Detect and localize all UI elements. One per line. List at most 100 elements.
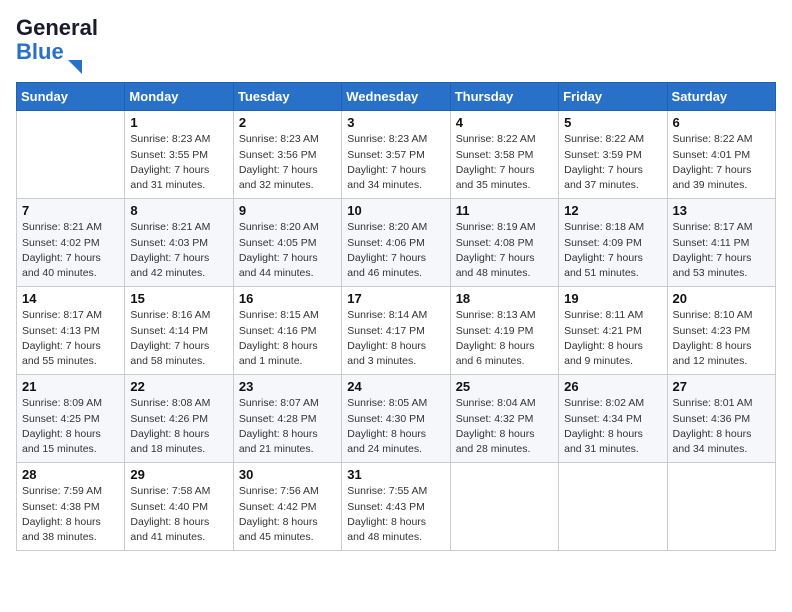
calendar-cell: 6 Sunrise: 8:22 AM Sunset: 4:01 PM Daylig… <box>667 111 775 199</box>
day-number: 16 <box>239 291 336 306</box>
day-info: Sunrise: 8:02 AM Sunset: 4:34 PM Dayligh… <box>564 396 661 457</box>
day-number: 25 <box>456 379 553 394</box>
calendar-cell: 29 Sunrise: 7:58 AM Sunset: 4:40 PM Dayli… <box>125 463 233 551</box>
calendar-cell: 21Sunrise: 8:09 AM Sunset: 4:25 PM Dayli… <box>17 375 125 463</box>
logo-general: General <box>16 15 98 40</box>
day-info: Sunrise: 8:18 AM Sunset: 4:09 PM Dayligh… <box>564 220 661 281</box>
day-info: Sunrise: 8:14 AM Sunset: 4:17 PM Dayligh… <box>347 308 444 369</box>
day-number: 13 <box>673 203 770 218</box>
calendar-cell: 31 Sunrise: 7:55 AM Sunset: 4:43 PM Dayli… <box>342 463 450 551</box>
day-info: Sunrise: 7:56 AM Sunset: 4:42 PM Dayligh… <box>239 484 336 545</box>
day-number: 12 <box>564 203 661 218</box>
day-info: Sunrise: 8:20 AM Sunset: 4:06 PM Dayligh… <box>347 220 444 281</box>
day-number: 15 <box>130 291 227 306</box>
day-info: Sunrise: 8:05 AM Sunset: 4:30 PM Dayligh… <box>347 396 444 457</box>
day-number: 8 <box>130 203 227 218</box>
day-number: 10 <box>347 203 444 218</box>
day-number: 1 <box>130 115 227 130</box>
calendar-cell: 17 Sunrise: 8:14 AM Sunset: 4:17 PM Dayli… <box>342 287 450 375</box>
day-info: Sunrise: 8:17 AM Sunset: 4:13 PM Dayligh… <box>22 308 119 369</box>
logo-text: General Blue <box>16 16 98 64</box>
day-number: 23 <box>239 379 336 394</box>
calendar-cell: 27 Sunrise: 8:01 AM Sunset: 4:36 PM Dayli… <box>667 375 775 463</box>
calendar-week-row: 7 Sunrise: 8:21 AM Sunset: 4:02 PM Daylig… <box>17 199 776 287</box>
page-header: General Blue <box>16 16 776 74</box>
day-number: 28 <box>22 467 119 482</box>
day-info: Sunrise: 8:23 AM Sunset: 3:55 PM Dayligh… <box>130 132 227 193</box>
day-info: Sunrise: 8:01 AM Sunset: 4:36 PM Dayligh… <box>673 396 770 457</box>
day-info: Sunrise: 8:10 AM Sunset: 4:23 PM Dayligh… <box>673 308 770 369</box>
day-info: Sunrise: 8:22 AM Sunset: 3:58 PM Dayligh… <box>456 132 553 193</box>
calendar-cell: 14 Sunrise: 8:17 AM Sunset: 4:13 PM Dayli… <box>17 287 125 375</box>
calendar-cell <box>17 111 125 199</box>
day-info: Sunrise: 8:21 AM Sunset: 4:03 PM Dayligh… <box>130 220 227 281</box>
logo: General Blue <box>16 16 98 74</box>
calendar-cell: 9Sunrise: 8:20 AM Sunset: 4:05 PM Daylig… <box>233 199 341 287</box>
calendar-header-friday: Friday <box>559 83 667 111</box>
calendar-cell: 18 Sunrise: 8:13 AM Sunset: 4:19 PM Dayli… <box>450 287 558 375</box>
calendar-cell <box>450 463 558 551</box>
calendar-week-row: 14 Sunrise: 8:17 AM Sunset: 4:13 PM Dayli… <box>17 287 776 375</box>
day-number: 18 <box>456 291 553 306</box>
day-info: Sunrise: 8:23 AM Sunset: 3:56 PM Dayligh… <box>239 132 336 193</box>
day-number: 7 <box>22 203 119 218</box>
day-number: 30 <box>239 467 336 482</box>
calendar-header-saturday: Saturday <box>667 83 775 111</box>
day-number: 26 <box>564 379 661 394</box>
day-number: 17 <box>347 291 444 306</box>
day-info: Sunrise: 7:55 AM Sunset: 4:43 PM Dayligh… <box>347 484 444 545</box>
day-number: 19 <box>564 291 661 306</box>
day-info: Sunrise: 7:58 AM Sunset: 4:40 PM Dayligh… <box>130 484 227 545</box>
calendar-cell: 23 Sunrise: 8:07 AM Sunset: 4:28 PM Dayli… <box>233 375 341 463</box>
day-number: 22 <box>130 379 227 394</box>
day-number: 14 <box>22 291 119 306</box>
calendar-cell: 2Sunrise: 8:23 AM Sunset: 3:56 PM Daylig… <box>233 111 341 199</box>
day-number: 20 <box>673 291 770 306</box>
calendar-cell: 10 Sunrise: 8:20 AM Sunset: 4:06 PM Dayli… <box>342 199 450 287</box>
calendar-header-tuesday: Tuesday <box>233 83 341 111</box>
calendar-header-thursday: Thursday <box>450 83 558 111</box>
day-info: Sunrise: 8:20 AM Sunset: 4:05 PM Dayligh… <box>239 220 336 281</box>
calendar-cell: 1 Sunrise: 8:23 AM Sunset: 3:55 PM Daylig… <box>125 111 233 199</box>
calendar-cell: 12 Sunrise: 8:18 AM Sunset: 4:09 PM Dayli… <box>559 199 667 287</box>
day-info: Sunrise: 8:22 AM Sunset: 4:01 PM Dayligh… <box>673 132 770 193</box>
calendar-cell: 7 Sunrise: 8:21 AM Sunset: 4:02 PM Daylig… <box>17 199 125 287</box>
calendar-cell <box>559 463 667 551</box>
day-info: Sunrise: 8:19 AM Sunset: 4:08 PM Dayligh… <box>456 220 553 281</box>
calendar-cell: 16 Sunrise: 8:15 AM Sunset: 4:16 PM Dayli… <box>233 287 341 375</box>
calendar-header-wednesday: Wednesday <box>342 83 450 111</box>
day-number: 29 <box>130 467 227 482</box>
calendar-week-row: 28 Sunrise: 7:59 AM Sunset: 4:38 PM Dayli… <box>17 463 776 551</box>
day-info: Sunrise: 8:07 AM Sunset: 4:28 PM Dayligh… <box>239 396 336 457</box>
day-number: 27 <box>673 379 770 394</box>
logo-blue: Blue <box>16 39 64 64</box>
day-info: Sunrise: 8:13 AM Sunset: 4:19 PM Dayligh… <box>456 308 553 369</box>
calendar-cell: 3Sunrise: 8:23 AM Sunset: 3:57 PM Daylig… <box>342 111 450 199</box>
calendar-week-row: 1 Sunrise: 8:23 AM Sunset: 3:55 PM Daylig… <box>17 111 776 199</box>
day-info: Sunrise: 8:09 AM Sunset: 4:25 PM Dayligh… <box>22 396 119 457</box>
calendar-cell: 24 Sunrise: 8:05 AM Sunset: 4:30 PM Dayli… <box>342 375 450 463</box>
calendar-cell: 19Sunrise: 8:11 AM Sunset: 4:21 PM Dayli… <box>559 287 667 375</box>
calendar-cell: 11Sunrise: 8:19 AM Sunset: 4:08 PM Dayli… <box>450 199 558 287</box>
day-number: 6 <box>673 115 770 130</box>
calendar-cell: 20 Sunrise: 8:10 AM Sunset: 4:23 PM Dayli… <box>667 287 775 375</box>
calendar-header-monday: Monday <box>125 83 233 111</box>
calendar-cell: 4Sunrise: 8:22 AM Sunset: 3:58 PM Daylig… <box>450 111 558 199</box>
day-number: 24 <box>347 379 444 394</box>
logo-arrow-icon <box>68 60 82 74</box>
day-info: Sunrise: 8:21 AM Sunset: 4:02 PM Dayligh… <box>22 220 119 281</box>
calendar-cell: 15Sunrise: 8:16 AM Sunset: 4:14 PM Dayli… <box>125 287 233 375</box>
calendar-header-row: SundayMondayTuesdayWednesdayThursdayFrid… <box>17 83 776 111</box>
calendar-table: SundayMondayTuesdayWednesdayThursdayFrid… <box>16 82 776 551</box>
day-info: Sunrise: 8:08 AM Sunset: 4:26 PM Dayligh… <box>130 396 227 457</box>
day-info: Sunrise: 8:15 AM Sunset: 4:16 PM Dayligh… <box>239 308 336 369</box>
day-info: Sunrise: 7:59 AM Sunset: 4:38 PM Dayligh… <box>22 484 119 545</box>
day-info: Sunrise: 8:17 AM Sunset: 4:11 PM Dayligh… <box>673 220 770 281</box>
calendar-cell: 5Sunrise: 8:22 AM Sunset: 3:59 PM Daylig… <box>559 111 667 199</box>
day-info: Sunrise: 8:22 AM Sunset: 3:59 PM Dayligh… <box>564 132 661 193</box>
day-number: 31 <box>347 467 444 482</box>
day-info: Sunrise: 8:04 AM Sunset: 4:32 PM Dayligh… <box>456 396 553 457</box>
calendar-cell: 30 Sunrise: 7:56 AM Sunset: 4:42 PM Dayli… <box>233 463 341 551</box>
day-info: Sunrise: 8:23 AM Sunset: 3:57 PM Dayligh… <box>347 132 444 193</box>
calendar-cell: 26 Sunrise: 8:02 AM Sunset: 4:34 PM Dayli… <box>559 375 667 463</box>
